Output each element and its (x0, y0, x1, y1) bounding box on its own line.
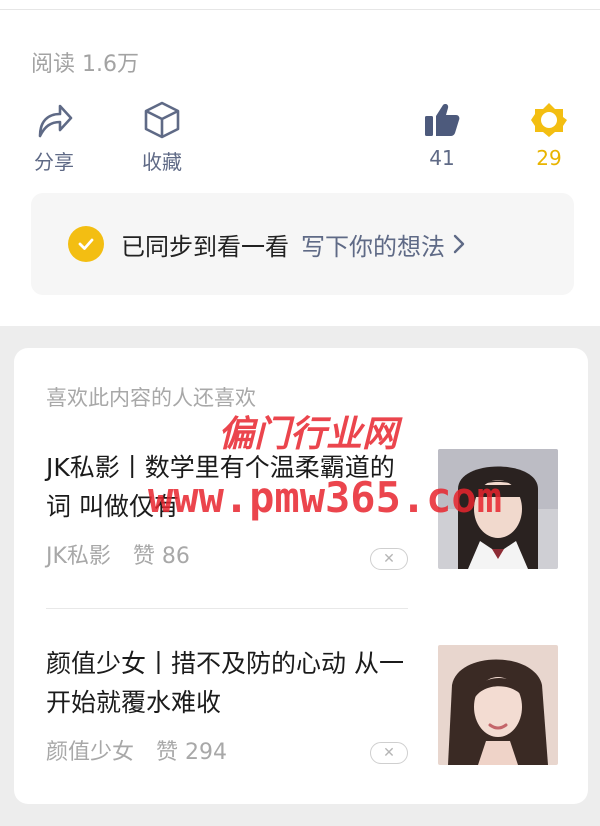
recommendations-card: 喜欢此内容的人还喜欢 JK私影丨数学里有个温柔霸道的词 叫做仅有 JK私影赞 8… (14, 348, 588, 804)
item-title[interactable]: 颜值少女丨措不及防的心动 从一开始就覆水难收 (46, 644, 408, 722)
like-count: 41 (429, 146, 455, 170)
share-button[interactable]: 分享 (30, 98, 78, 175)
close-icon: ✕ (383, 745, 395, 761)
like-button[interactable]: 41 (418, 98, 466, 170)
wow-button[interactable]: 29 (525, 98, 573, 170)
wow-count: 29 (536, 146, 562, 170)
thumbs-up-icon (423, 98, 461, 142)
favorite-label: 收藏 (142, 150, 182, 174)
check-icon (68, 226, 104, 262)
sync-status: 已同步到看一看 (121, 232, 289, 261)
read-count: 阅读 1.6万 (31, 52, 139, 77)
item-thumbnail[interactable] (438, 449, 558, 569)
item-title[interactable]: JK私影丨数学里有个温柔霸道的词 叫做仅有 (46, 448, 408, 526)
item-likes: 赞 86 (132, 544, 190, 569)
share-label: 分享 (34, 150, 74, 174)
dismiss-button[interactable]: ✕ (370, 742, 408, 764)
divider (46, 608, 408, 609)
cube-icon (143, 98, 181, 142)
list-item[interactable]: 颜值少女丨措不及防的心动 从一开始就覆水难收 颜值少女赞 294 ✕ (46, 644, 558, 766)
item-source: JK私影 (46, 544, 111, 569)
favorite-button[interactable]: 收藏 (136, 98, 188, 175)
item-source: 颜值少女 (46, 740, 135, 765)
divider (0, 9, 600, 10)
item-thumbnail[interactable] (438, 645, 558, 765)
close-icon: ✕ (383, 551, 395, 567)
article-footer: 阅读 1.6万 分享 收藏 41 29 已同步到看一看 写下你的想法 (0, 0, 600, 326)
item-likes: 赞 294 (156, 740, 228, 765)
chevron-right-icon (453, 234, 465, 254)
dismiss-button[interactable]: ✕ (370, 548, 408, 570)
write-thoughts-link[interactable]: 写下你的想法 (301, 227, 445, 262)
sync-card[interactable]: 已同步到看一看 写下你的想法 (31, 193, 574, 295)
recommendations-heading: 喜欢此内容的人还喜欢 (46, 386, 256, 410)
list-item[interactable]: JK私影丨数学里有个温柔霸道的词 叫做仅有 JK私影赞 86 ✕ (46, 448, 558, 570)
wow-icon (529, 98, 569, 142)
share-icon (34, 98, 74, 142)
